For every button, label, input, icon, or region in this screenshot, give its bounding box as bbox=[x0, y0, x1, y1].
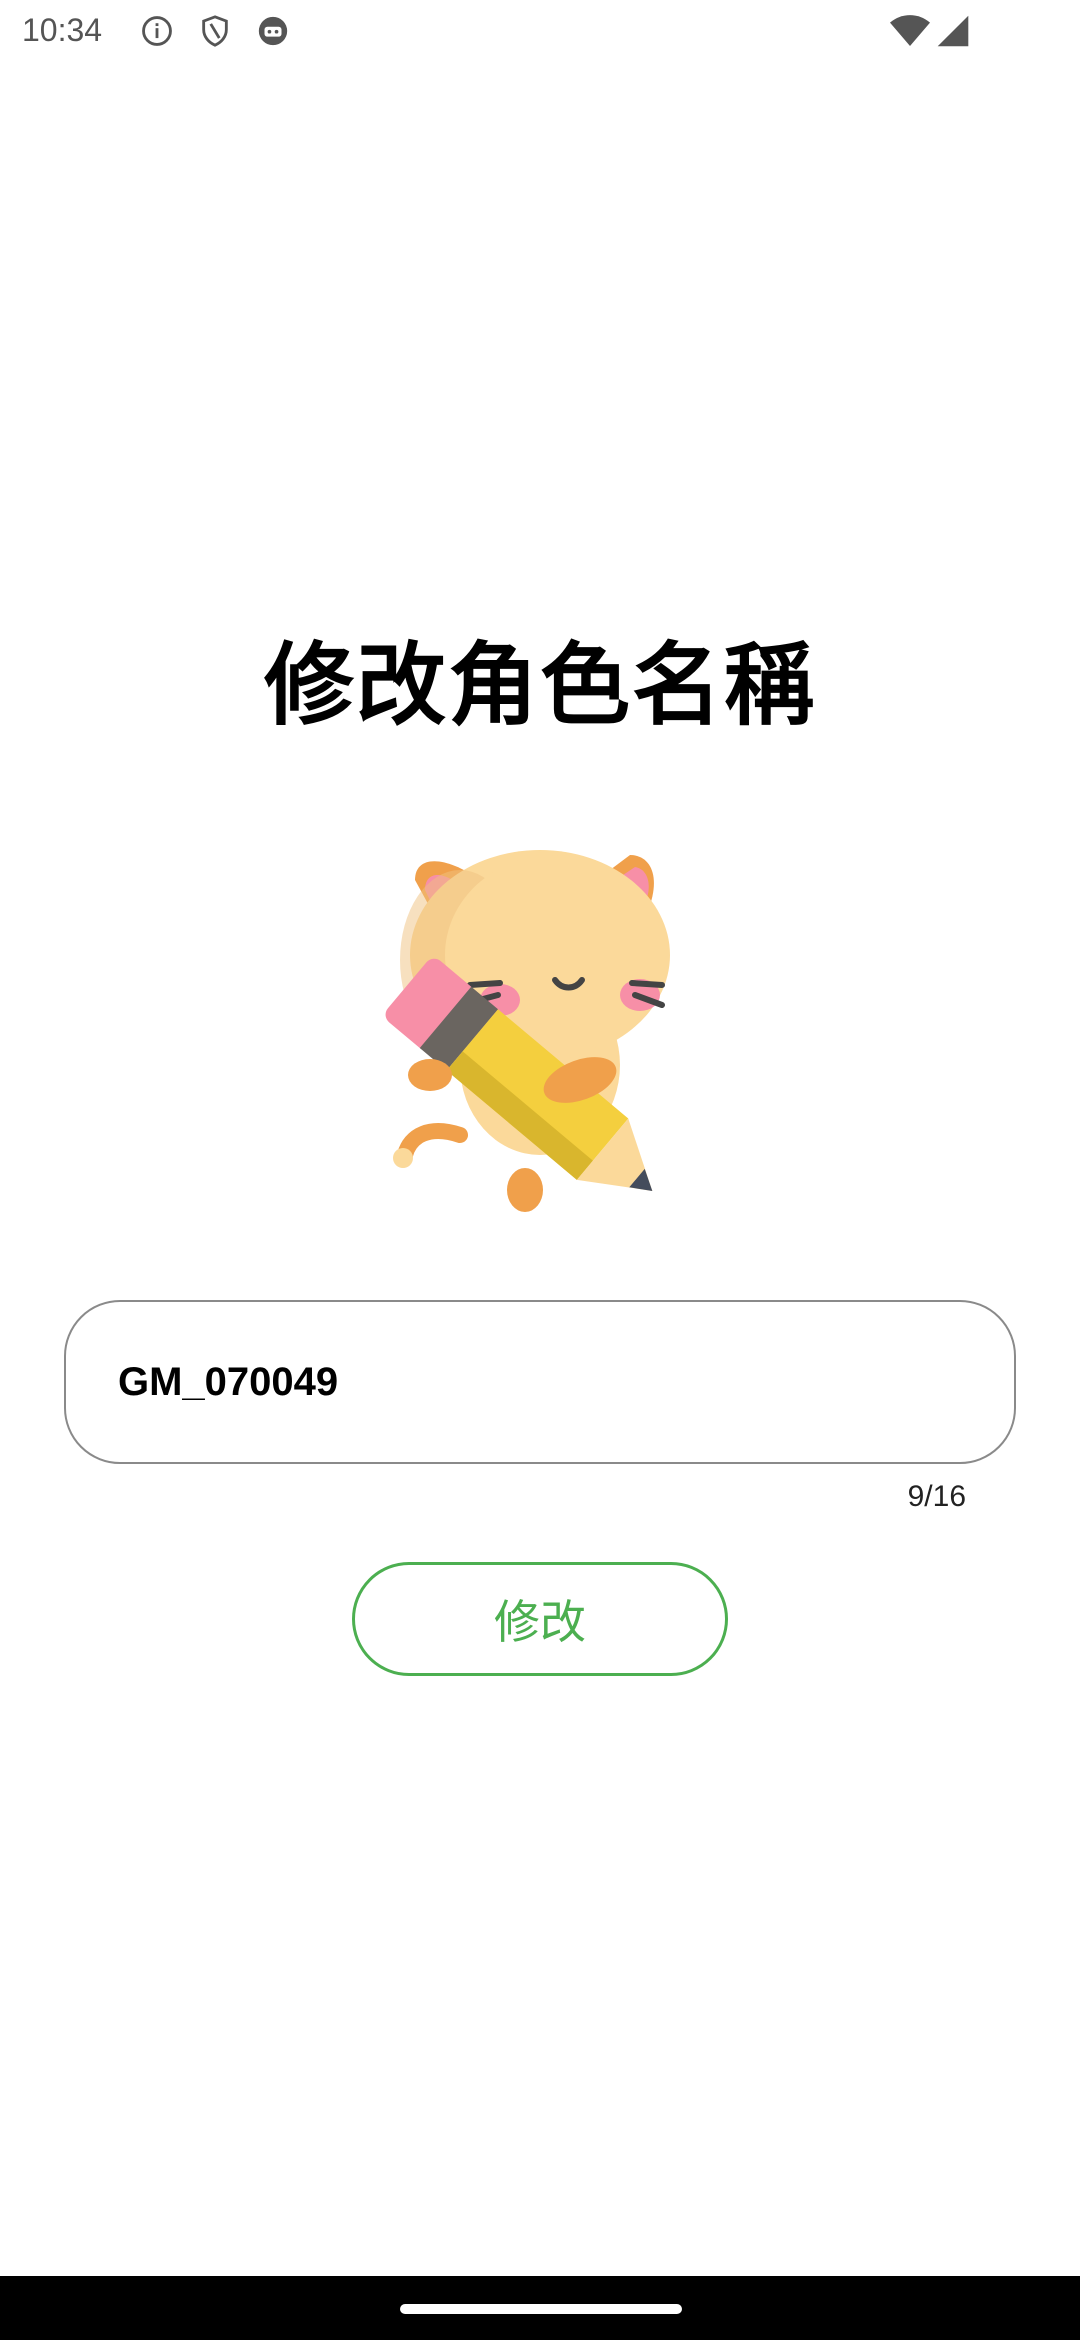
cat-holding-pencil-icon bbox=[385, 850, 670, 1212]
wifi-icon bbox=[890, 15, 930, 46]
cell-signal-icon bbox=[937, 15, 969, 47]
status-time: 10:34 bbox=[22, 12, 103, 48]
character-count: 9/16 bbox=[907, 1480, 966, 1513]
status-right-icons bbox=[890, 14, 970, 48]
shield-icon bbox=[202, 15, 228, 47]
status-bar: 10:34 bbox=[0, 0, 1080, 62]
info-icon bbox=[142, 16, 172, 46]
home-gesture-handle[interactable] bbox=[400, 2304, 682, 2314]
robot-icon bbox=[258, 16, 288, 46]
navigation-bar bbox=[0, 2276, 1080, 2340]
character-name-input[interactable]: GM_070049 bbox=[64, 1300, 1016, 1464]
modify-button[interactable]: 修改 bbox=[352, 1562, 728, 1676]
page-title: 修改角色名稱 bbox=[264, 633, 816, 738]
